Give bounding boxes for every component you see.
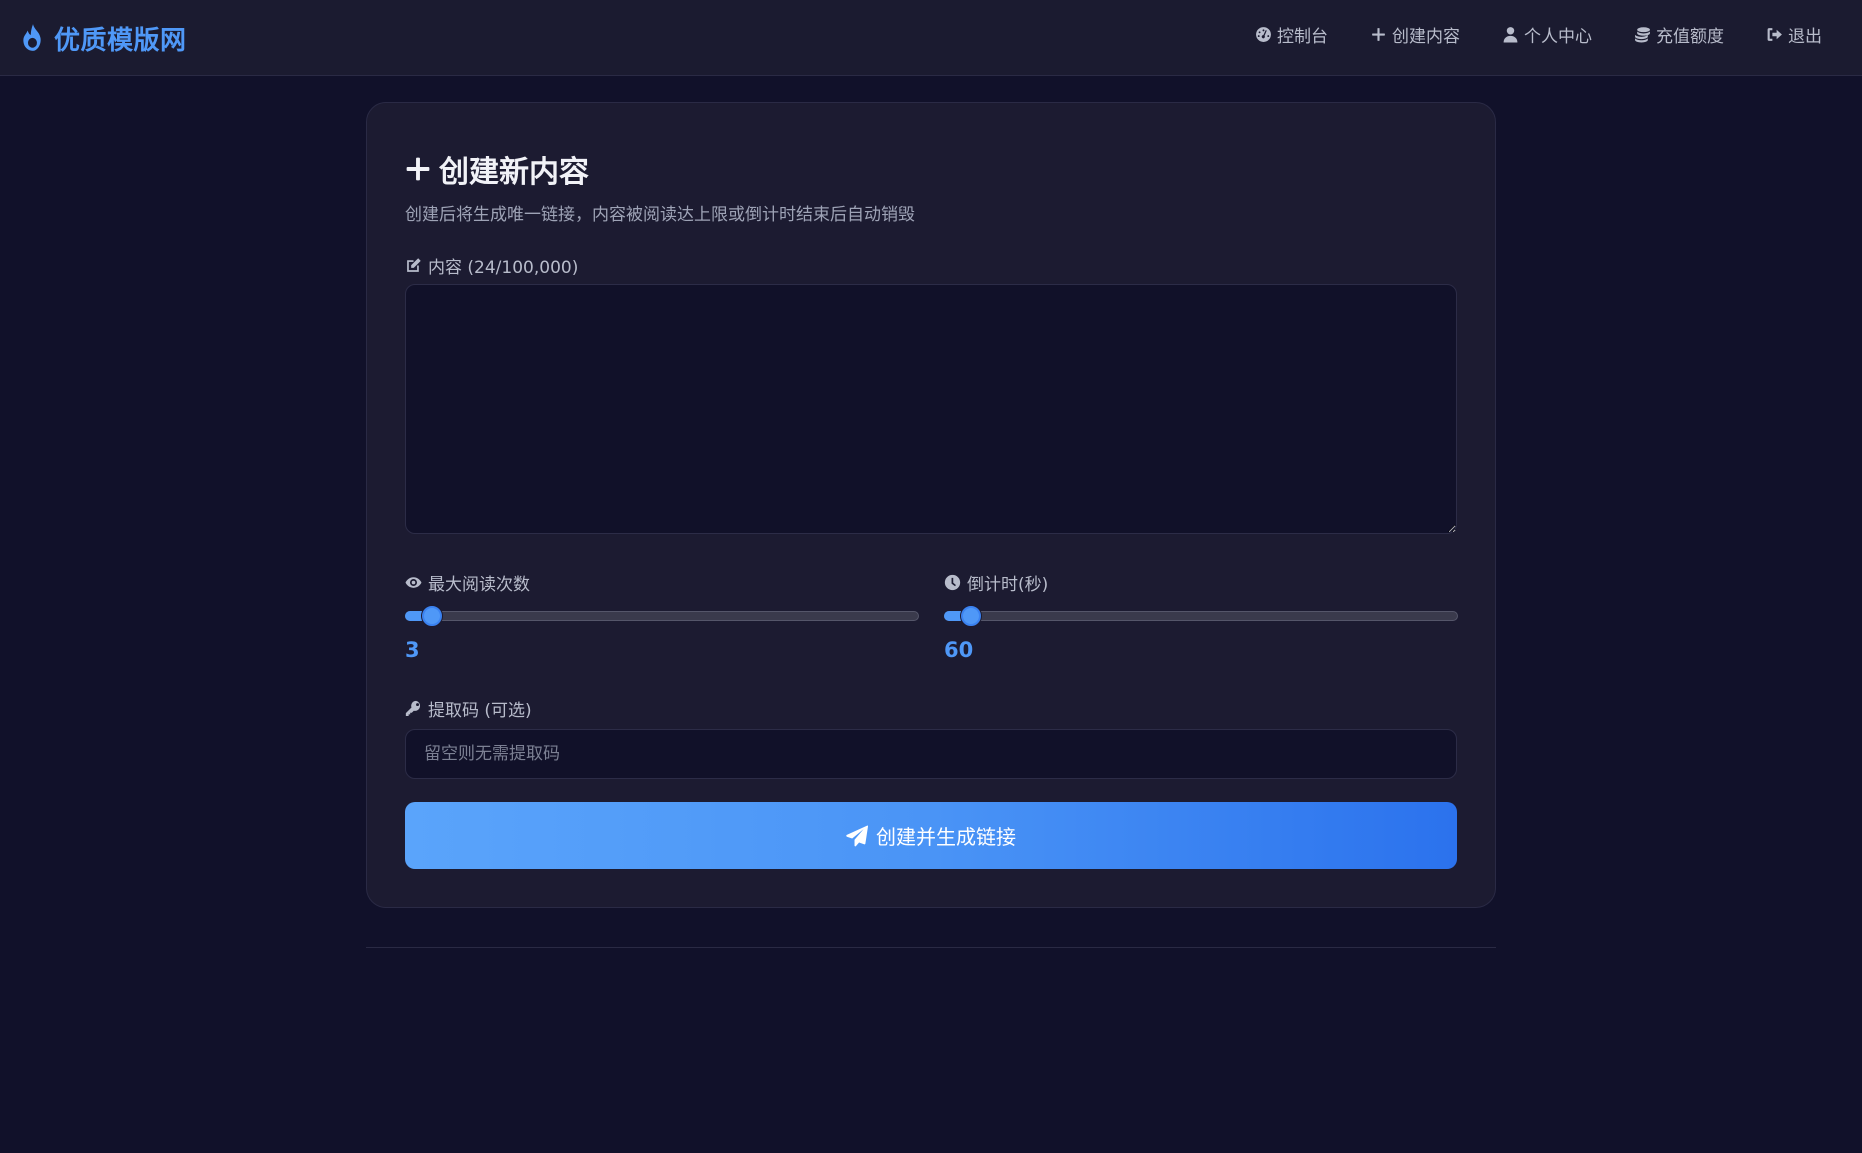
eye-icon [405,577,422,588]
countdown-value: 60 [944,638,974,662]
paper-plane-icon [846,824,868,846]
fire-icon [23,24,41,51]
nav-item-profile[interactable]: 个人中心 [1502,22,1592,47]
nav-item-label: 个人中心 [1524,27,1592,47]
clock-icon [944,574,961,591]
create-content-card: 创建新内容 创建后将生成唯一链接，内容被阅读达上限或倒计时结束后自动销毁 内容 … [366,102,1496,908]
max-reads-label: 最大阅读次数 [405,570,530,595]
slider-thumb[interactable] [422,606,443,626]
create-link-button[interactable]: 创建并生成链接 [405,802,1457,869]
countdown-label-text: 倒计时(秒) [967,575,1049,595]
nav-item-label: 退出 [1788,27,1822,47]
coins-icon [1635,27,1650,43]
slider-track [405,611,919,621]
page-title-text: 创建新内容 [439,155,589,190]
brand-name: 优质模版网 [54,25,187,56]
user-icon [1503,27,1518,43]
content-label: 内容 (24/100,000) [405,253,578,278]
countdown-label: 倒计时(秒) [944,570,1048,595]
nav-item-dashboard[interactable]: 控制台 [1255,22,1328,47]
key-icon [405,700,421,716]
brand-logo[interactable]: 优质模版网 [20,18,187,58]
nav-item-create-content[interactable]: 创建内容 [1370,22,1460,47]
nav-item-label: 控制台 [1277,27,1328,47]
nav-item-label: 充值额度 [1656,27,1724,47]
content-textarea[interactable] [405,284,1457,534]
access-code-label-text: 提取码 (可选) [428,701,532,721]
create-link-button-label: 创建并生成链接 [876,825,1016,849]
plus-icon [1372,28,1385,41]
nav-item-recharge[interactable]: 充值额度 [1634,22,1724,47]
slider-thumb[interactable] [961,606,982,626]
plus-icon [406,157,430,181]
max-reads-value: 3 [405,638,420,662]
content-label-text: 内容 (24/100,000) [428,258,579,278]
access-code-input[interactable] [405,729,1457,779]
page-title: 创建新内容 [405,147,589,191]
max-reads-label-text: 最大阅读次数 [428,575,530,595]
page-subtitle: 创建后将生成唯一链接，内容被阅读达上限或倒计时结束后自动销毁 [405,205,915,225]
slider-track [944,611,1458,621]
top-navbar: 优质模版网 控制台 创建内容 个人中心 充值额度 退出 [0,0,1862,76]
max-reads-slider[interactable] [405,604,919,628]
nav-item-label: 创建内容 [1392,27,1460,47]
footer-divider [366,947,1496,948]
dashboard-icon [1256,27,1271,42]
sign-out-icon [1767,28,1782,41]
access-code-label: 提取码 (可选) [405,696,532,721]
edit-icon [407,258,421,272]
countdown-slider[interactable] [944,604,1458,628]
nav-links: 控制台 创建内容 个人中心 充值额度 退出 [1255,22,1822,47]
nav-item-logout[interactable]: 退出 [1766,22,1822,47]
